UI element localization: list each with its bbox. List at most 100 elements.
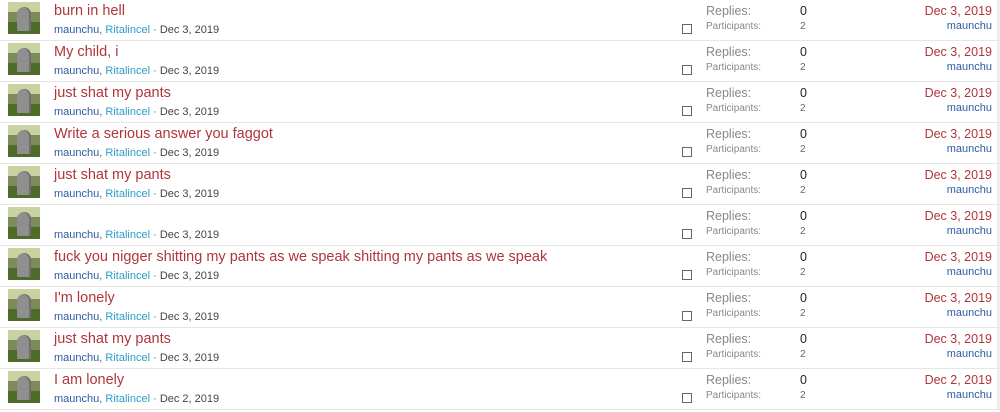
avatar[interactable]: [8, 248, 40, 280]
thread-date[interactable]: Dec 3, 2019: [160, 311, 219, 323]
participants-count: 2: [800, 349, 806, 360]
starter-link[interactable]: maunchu: [54, 270, 99, 282]
thread-date[interactable]: Dec 3, 2019: [160, 188, 219, 200]
select-checkbox[interactable]: [682, 311, 692, 321]
select-checkbox[interactable]: [682, 106, 692, 116]
last-post-date[interactable]: Dec 3, 2019: [925, 127, 992, 141]
starter-link[interactable]: maunchu: [54, 393, 99, 405]
participant-link[interactable]: Ritalincel: [105, 188, 150, 200]
last-post-date[interactable]: Dec 3, 2019: [925, 291, 992, 305]
last-post-date[interactable]: Dec 3, 2019: [925, 86, 992, 100]
participant-link[interactable]: Ritalincel: [105, 65, 150, 77]
tombstone-icon: [17, 130, 31, 154]
participant-link[interactable]: Ritalincel: [105, 311, 150, 323]
last-post-user[interactable]: maunchu: [947, 102, 992, 114]
replies-label: Replies:: [706, 250, 752, 264]
thread-title[interactable]: I am lonely: [54, 372, 124, 388]
starter-link[interactable]: maunchu: [54, 229, 99, 241]
select-checkbox[interactable]: [682, 188, 692, 198]
replies-count: 0: [800, 291, 807, 305]
thread-title[interactable]: fuck you nigger shitting my pants as we …: [54, 249, 547, 265]
thread-title[interactable]: burn in hell: [54, 3, 125, 19]
thread-date[interactable]: Dec 3, 2019: [160, 147, 219, 159]
last-post-user[interactable]: maunchu: [947, 348, 992, 360]
last-post-user[interactable]: maunchu: [947, 20, 992, 32]
last-post-date[interactable]: Dec 3, 2019: [925, 45, 992, 59]
replies-count: 0: [800, 373, 807, 387]
starter-link[interactable]: maunchu: [54, 311, 99, 323]
thread-title[interactable]: My child, i: [54, 44, 118, 60]
last-post-user[interactable]: maunchu: [947, 266, 992, 278]
participants-label: Participants:: [706, 103, 762, 114]
thread-date[interactable]: Dec 2, 2019: [160, 393, 219, 405]
replies-label: Replies:: [706, 45, 752, 59]
tombstone-icon: [17, 253, 31, 277]
last-post-date[interactable]: Dec 3, 2019: [925, 250, 992, 264]
select-checkbox[interactable]: [682, 65, 692, 75]
last-post-date[interactable]: Dec 3, 2019: [925, 209, 992, 223]
participant-link[interactable]: Ritalincel: [105, 229, 150, 241]
replies-count: 0: [800, 168, 807, 182]
thread-date[interactable]: Dec 3, 2019: [160, 229, 219, 241]
starter-link[interactable]: maunchu: [54, 65, 99, 77]
select-checkbox[interactable]: [682, 393, 692, 403]
replies-label: Replies:: [706, 332, 752, 346]
last-post-date[interactable]: Dec 3, 2019: [925, 168, 992, 182]
avatar[interactable]: [8, 207, 40, 239]
thread-title[interactable]: just shat my pants: [54, 331, 171, 347]
participant-link[interactable]: Ritalincel: [105, 352, 150, 364]
last-post-user[interactable]: maunchu: [947, 61, 992, 73]
participant-link[interactable]: Ritalincel: [105, 393, 150, 405]
starter-link[interactable]: maunchu: [54, 352, 99, 364]
thread-date[interactable]: Dec 3, 2019: [160, 352, 219, 364]
thread-row: My child, i maunchu, Ritalincel · Dec 3,…: [0, 41, 1000, 82]
thread-row: just shat my pants maunchu, Ritalincel ·…: [0, 82, 1000, 123]
thread-meta: maunchu, Ritalincel · Dec 3, 2019: [54, 311, 219, 323]
last-post-user[interactable]: maunchu: [947, 184, 992, 196]
last-post-date[interactable]: Dec 3, 2019: [925, 332, 992, 346]
select-checkbox[interactable]: [682, 270, 692, 280]
select-checkbox[interactable]: [682, 147, 692, 157]
starter-link[interactable]: maunchu: [54, 147, 99, 159]
participant-link[interactable]: Ritalincel: [105, 24, 150, 36]
thread-row: I am lonely maunchu, Ritalincel · Dec 2,…: [0, 369, 1000, 410]
last-post-user[interactable]: maunchu: [947, 225, 992, 237]
thread-list: burn in hell maunchu, Ritalincel · Dec 3…: [0, 0, 1000, 412]
select-checkbox[interactable]: [682, 229, 692, 239]
thread-date[interactable]: Dec 3, 2019: [160, 270, 219, 282]
last-post-user[interactable]: maunchu: [947, 143, 992, 155]
participant-link[interactable]: Ritalincel: [105, 106, 150, 118]
avatar[interactable]: [8, 289, 40, 321]
avatar[interactable]: [8, 166, 40, 198]
participants-count: 2: [800, 185, 806, 196]
avatar[interactable]: [8, 125, 40, 157]
tombstone-icon: [17, 376, 31, 400]
tombstone-icon: [17, 89, 31, 113]
thread-title[interactable]: just shat my pants: [54, 85, 171, 101]
last-post-user[interactable]: maunchu: [947, 307, 992, 319]
select-checkbox[interactable]: [682, 352, 692, 362]
thread-date[interactable]: Dec 3, 2019: [160, 106, 219, 118]
participant-link[interactable]: Ritalincel: [105, 147, 150, 159]
thread-date[interactable]: Dec 3, 2019: [160, 24, 219, 36]
avatar[interactable]: [8, 330, 40, 362]
last-post-date[interactable]: Dec 2, 2019: [925, 373, 992, 387]
starter-link[interactable]: maunchu: [54, 188, 99, 200]
participants-count: 2: [800, 144, 806, 155]
participant-link[interactable]: Ritalincel: [105, 270, 150, 282]
participants-label: Participants:: [706, 226, 762, 237]
starter-link[interactable]: maunchu: [54, 106, 99, 118]
avatar[interactable]: [8, 371, 40, 403]
thread-title[interactable]: just shat my pants: [54, 167, 171, 183]
avatar[interactable]: [8, 43, 40, 75]
avatar[interactable]: [8, 84, 40, 116]
last-post-date[interactable]: Dec 3, 2019: [925, 4, 992, 18]
replies-count: 0: [800, 4, 807, 18]
thread-title[interactable]: Write a serious answer you faggot: [54, 126, 273, 142]
avatar[interactable]: [8, 2, 40, 34]
starter-link[interactable]: maunchu: [54, 24, 99, 36]
thread-title[interactable]: I'm lonely: [54, 290, 115, 306]
select-checkbox[interactable]: [682, 24, 692, 34]
thread-date[interactable]: Dec 3, 2019: [160, 65, 219, 77]
last-post-user[interactable]: maunchu: [947, 389, 992, 401]
